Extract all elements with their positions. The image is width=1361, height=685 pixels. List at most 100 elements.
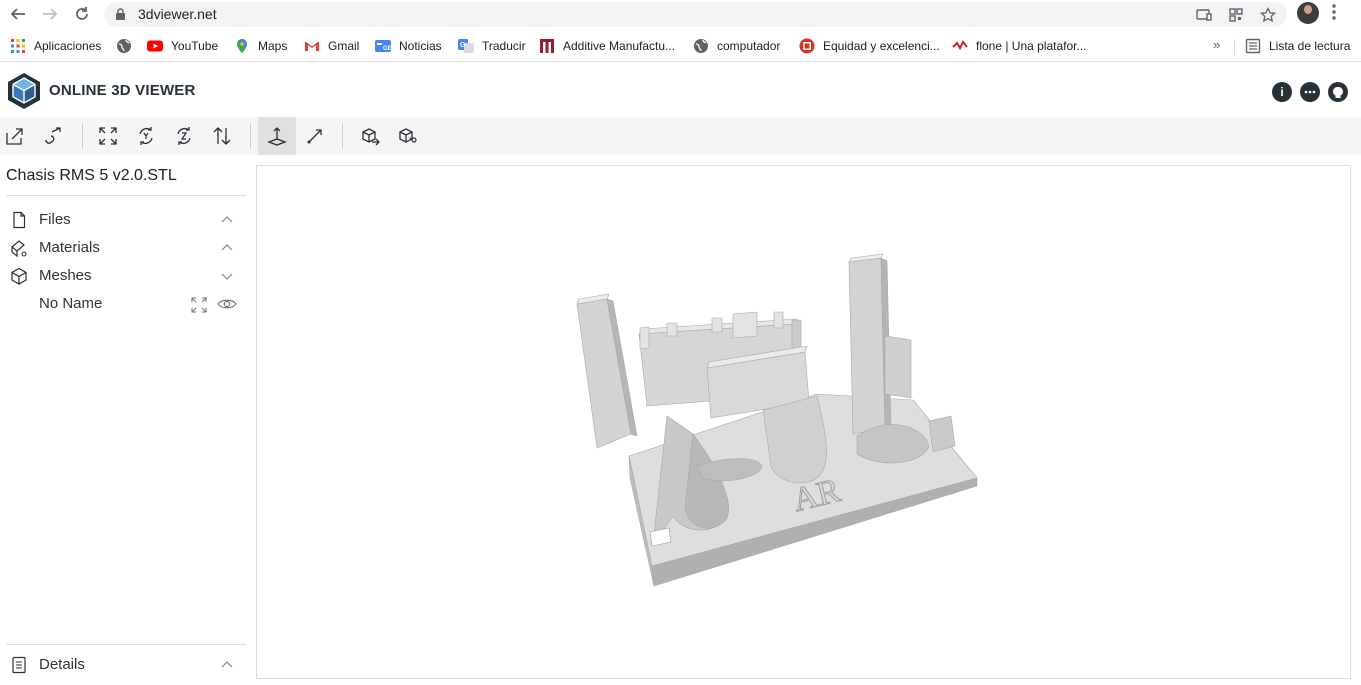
bookmark-gmail[interactable]: Gmail <box>304 37 359 55</box>
file-icon <box>13 211 26 229</box>
flip-up-icon <box>213 127 231 145</box>
flip-up-button[interactable] <box>203 117 241 155</box>
url-text[interactable]: 3dviewer.net <box>138 6 217 22</box>
3d-viewport[interactable]: AR <box>256 165 1351 679</box>
center-cradle <box>762 395 827 484</box>
bookmark-traducir[interactable]: G Traducir <box>458 37 526 55</box>
app-title[interactable]: ONLINE 3D VIEWER <box>49 82 196 99</box>
lock-icon <box>116 8 125 20</box>
forward-button[interactable] <box>38 3 62 25</box>
details-icon <box>12 656 26 674</box>
bookmark-star-icon[interactable] <box>1258 5 1278 25</box>
bookmark-red-circle-icon <box>799 38 815 54</box>
arrow-left-icon <box>10 8 25 20</box>
materials-icon <box>11 240 27 257</box>
bookmark-am-icon <box>540 39 554 53</box>
bookmark-flone[interactable]: flone | Una platafor... <box>952 37 1087 55</box>
section-meshes-label: Meshes <box>39 267 92 284</box>
fixed-up-vector-button[interactable] <box>258 117 296 155</box>
panel-divider <box>6 644 246 645</box>
section-materials[interactable]: Materials <box>0 235 246 261</box>
reload-button[interactable] <box>70 3 94 25</box>
chassis-model: AR <box>576 253 978 587</box>
apps-grid-icon <box>11 39 25 53</box>
bookmarks-bar: Aplicaciones YouTube Maps Gmail GE Notic… <box>0 30 1361 62</box>
mesh-item[interactable]: No Name <box>0 291 246 317</box>
bookmarks-more-button[interactable]: » <box>1213 37 1220 52</box>
bookmark-label: Equidad y excelenci... <box>823 39 940 53</box>
maps-pin-icon <box>237 39 247 53</box>
export-icon <box>362 128 380 146</box>
3d-model-render[interactable]: AR <box>257 166 1350 678</box>
globe-icon <box>694 39 708 53</box>
omnibox[interactable]: 3dviewer.net <box>104 2 1287 27</box>
profile-avatar[interactable] <box>1297 2 1319 24</box>
bookmark-additive[interactable]: Additive Manufactu... <box>539 37 675 55</box>
chevron-up-icon[interactable] <box>219 657 235 673</box>
browser-menu-icon[interactable] <box>1332 4 1336 25</box>
svg-text:GE: GE <box>383 46 391 52</box>
export-button[interactable] <box>351 117 389 155</box>
navigator-panel: Chasis RMS 5 v2.0.STL Files Materials Me… <box>0 156 250 685</box>
translate-icon: G <box>458 39 474 53</box>
fit-to-window-button[interactable] <box>89 117 127 155</box>
set-up-y-button[interactable] <box>127 117 165 155</box>
arrow-right-icon <box>43 8 58 20</box>
cast-icon[interactable] <box>1194 5 1214 25</box>
open-url-button[interactable] <box>34 117 72 155</box>
bookmark-label: YouTube <box>171 39 219 53</box>
flone-icon <box>952 40 968 51</box>
toolbar-separator <box>250 123 251 149</box>
free-orbit-button[interactable] <box>296 117 334 155</box>
svg-text:G: G <box>460 42 466 49</box>
info-icon[interactable]: i <box>1272 82 1292 102</box>
chevron-down-icon[interactable] <box>219 268 235 284</box>
reading-list-icon <box>1245 38 1261 54</box>
fit-to-window-icon <box>99 127 117 145</box>
youtube-icon <box>147 40 163 52</box>
github-icon[interactable] <box>1328 82 1348 102</box>
bookmark-label: computador <box>717 39 781 53</box>
browser-address-bar: 3dviewer.net <box>0 0 1361 29</box>
fixed-up-vector-icon <box>267 127 287 146</box>
back-button[interactable] <box>6 3 30 25</box>
bookmark-label: Maps <box>258 39 288 53</box>
bookmark-youtube[interactable]: YouTube <box>147 37 218 55</box>
fit-mesh-icon[interactable] <box>190 296 208 314</box>
chevron-up-icon[interactable] <box>219 240 235 256</box>
section-materials-label: Materials <box>39 239 100 256</box>
bookmarks-divider <box>1234 39 1235 55</box>
bookmark-globe[interactable] <box>116 37 140 55</box>
bookmark-equidad[interactable]: Equidad y excelenci... <box>799 37 940 55</box>
eye-icon[interactable] <box>217 296 237 312</box>
set-up-z-button[interactable] <box>165 117 203 155</box>
feedback-icon[interactable] <box>1300 82 1320 102</box>
chevron-up-icon[interactable] <box>219 212 235 228</box>
bookmark-noticias[interactable]: GE Noticias <box>375 37 442 55</box>
bookmark-maps[interactable]: Maps <box>234 37 287 55</box>
section-files-label: Files <box>39 211 71 228</box>
section-files[interactable]: Files <box>0 207 246 233</box>
bookmark-label: Additive Manufactu... <box>563 39 676 53</box>
bookmark-apps[interactable]: Aplicaciones <box>10 37 101 55</box>
share-button[interactable] <box>389 117 427 155</box>
app-logo-icon[interactable] <box>6 72 42 110</box>
qr-code-icon[interactable] <box>1226 5 1246 25</box>
bookmark-label: Traducir <box>482 39 526 53</box>
mesh-item-label: No Name <box>39 295 103 312</box>
open-file-button[interactable] <box>0 117 34 155</box>
reading-list-button[interactable]: Lista de lectura <box>1245 37 1350 55</box>
bookmark-label: flone | Una platafor... <box>976 39 1087 53</box>
share-icon <box>399 128 417 143</box>
section-details-label: Details <box>39 656 85 673</box>
section-meshes[interactable]: Meshes <box>0 263 246 289</box>
section-details[interactable]: Details <box>0 652 246 678</box>
reading-list-label: Lista de lectura <box>1269 39 1351 53</box>
meshes-icon <box>11 267 27 285</box>
gmail-icon <box>304 41 320 51</box>
reload-icon <box>76 7 88 20</box>
model-name: Chasis RMS 5 v2.0.STL <box>6 167 177 184</box>
open-file-icon <box>6 128 23 145</box>
right-tower <box>848 257 886 435</box>
bookmark-computador[interactable]: computador <box>693 37 780 55</box>
